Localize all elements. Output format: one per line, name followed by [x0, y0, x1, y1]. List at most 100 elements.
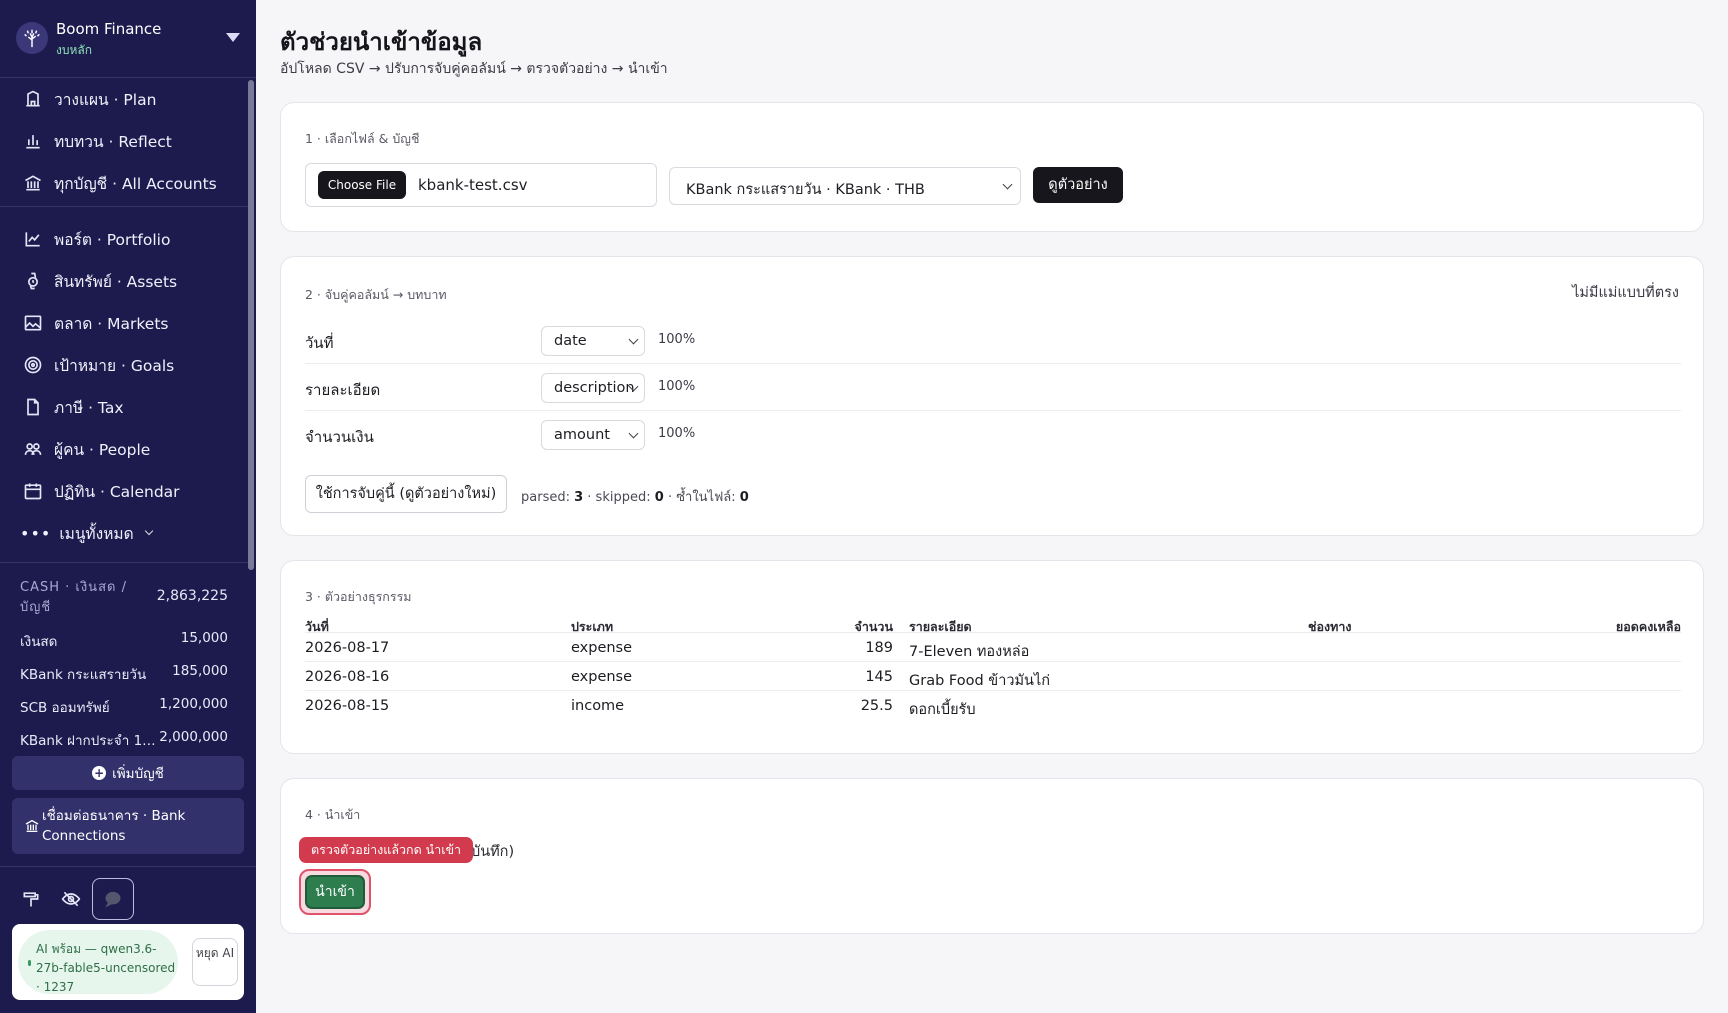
cell-description: Grab Food ข้าวมันไก่: [909, 673, 1051, 689]
nav-item-tax[interactable]: ภาษี · Tax: [0, 386, 248, 428]
add-account-button[interactable]: + เพิ่มบัญชี: [12, 756, 244, 790]
nav-item-goals[interactable]: เป้าหมาย · Goals: [0, 344, 248, 386]
mapping-row: จำนวนเงิน amount 100%: [305, 411, 1681, 458]
table-row: 2026-08-17 expense 189 7-Eleven ทองหล่อ: [305, 633, 1681, 662]
step-label: 4 · นำเข้า: [305, 807, 361, 822]
account-select-value: KBank กระแสรายวัน · KBank · THB: [686, 182, 925, 198]
mapping-confidence: 100%: [658, 426, 696, 441]
import-hint-tooltip: ตรวจตัวอย่างแล้วกด นำเข้า: [299, 837, 474, 863]
chevron-down-icon: [144, 526, 153, 536]
bank-connections-button[interactable]: เชื่อมต่อธนาคาร · Bank Connections: [12, 798, 244, 854]
cash-total: 2,863,225: [156, 588, 228, 604]
mapping-column-value: amount: [554, 427, 610, 443]
nav-item-plan[interactable]: วางแผน · Plan: [0, 78, 248, 120]
cell-type: expense: [571, 640, 633, 656]
mapping-confidence: 100%: [658, 332, 696, 347]
eye-off-icon: [61, 891, 81, 907]
chat-button[interactable]: [92, 878, 134, 920]
mapping-column-select[interactable]: description: [541, 373, 645, 403]
cell-type: expense: [571, 669, 633, 685]
account-row[interactable]: เงินสด 15,000: [20, 630, 228, 650]
people-icon: [22, 438, 44, 460]
page-title: ตัวช่วยนำเข้าข้อมูล: [280, 28, 483, 56]
nav-item-markets[interactable]: ตลาด · Markets: [0, 302, 248, 344]
account-select[interactable]: KBank กระแสรายวัน · KBank · THB: [669, 167, 1021, 205]
main-content: ตัวช่วยนำเข้าข้อมูล อัปโหลด CSV → ปรับกา…: [256, 0, 1728, 1013]
file-input[interactable]: Choose File kbank-test.csv: [305, 163, 657, 207]
import-note: บันทึก): [471, 844, 515, 860]
caret-down-icon[interactable]: [226, 33, 240, 42]
mapping-role: รายละเอียด: [305, 381, 381, 399]
mapping-confidence: 100%: [658, 379, 696, 394]
nav-item-label: วางแผน · Plan: [54, 90, 157, 109]
table-row: 2026-08-16 expense 145 Grab Food ข้าวมัน…: [305, 662, 1681, 691]
privacy-toggle-button[interactable]: [50, 878, 92, 920]
ai-status-text: AI พร้อม — qwen3.6-27b-fable5-uncensored…: [36, 942, 176, 994]
step-file-account: 1 · เลือกไฟล์ & บัญชี Choose File kbank-…: [280, 102, 1704, 232]
cell-amount: 145: [865, 669, 893, 685]
import-button[interactable]: นำเข้า: [305, 875, 365, 909]
stop-ai-button[interactable]: หยุด AI: [192, 938, 238, 986]
selected-file-name: kbank-test.csv: [418, 176, 528, 194]
preview-button[interactable]: ดูตัวอย่าง: [1033, 167, 1123, 203]
step-column-mapping: 2 · จับคู่คอลัมน์ → บทบาท ไม่มีแม่แบบที่…: [280, 256, 1704, 536]
bank-connections-label: เชื่อมต่อธนาคาร · Bank Connections: [42, 808, 186, 844]
account-row[interactable]: KBank ฝากประจำ 12 เดือน 2,000,000: [20, 729, 228, 749]
sidebar-scrollbar[interactable]: [248, 80, 254, 570]
cell-amount: 25.5: [860, 698, 893, 714]
workspace-name: งบหลัก: [56, 43, 93, 57]
mapping-column-select[interactable]: amount: [541, 420, 645, 450]
nav-item-label: ปฏิทิน · Calendar: [54, 482, 180, 501]
account-name: SCB ออมทรัพย์: [20, 700, 110, 716]
cell-description: 7-Eleven ทองหล่อ: [909, 644, 1030, 660]
chat-bubble-icon: [105, 891, 121, 908]
document-icon: [22, 396, 44, 418]
breadcrumb: อัปโหลด CSV → ปรับการจับคู่คอลัมน์ → ตรว…: [280, 61, 668, 77]
bank-icon: [25, 819, 39, 832]
skipped-label: · skipped:: [587, 490, 651, 505]
nav-item-label: ผู้คน · People: [54, 440, 151, 459]
step-transaction-preview: 3 · ตัวอย่างธุรกรรม วันที่ ประเภท จำนวน …: [280, 560, 1704, 754]
nav-item-label: ทบทวน · Reflect: [54, 132, 172, 151]
account-name: KBank ฝากประจำ 12 เดือน: [20, 733, 156, 749]
bar-chart-icon: [22, 130, 44, 152]
target-icon: [22, 354, 44, 376]
account-amount: 15,000: [180, 630, 228, 646]
nav-group-secondary: พอร์ต · Portfolio สินทรัพย์ · Assets ตลา…: [0, 218, 248, 554]
account-row[interactable]: SCB ออมทรัพย์ 1,200,000: [20, 696, 228, 716]
nav-item-reflect[interactable]: ทบทวน · Reflect: [0, 120, 248, 162]
theme-paint-button[interactable]: [10, 878, 52, 920]
cell-date: 2026-08-16: [305, 669, 390, 685]
mapping-row: วันที่ date 100%: [305, 317, 1681, 364]
nav-all-menu-toggle[interactable]: ••• เมนูทั้งหมด: [0, 512, 248, 554]
table-header: วันที่ ประเภท จำนวน รายละเอียด ช่องทาง ย…: [305, 617, 1681, 634]
watch-icon: [22, 270, 44, 292]
calendar-icon: [22, 480, 44, 502]
tree-logo-icon: [16, 22, 48, 54]
account-name: KBank กระแสรายวัน: [20, 667, 147, 683]
more-dots-icon: •••: [20, 523, 52, 543]
apply-mapping-button[interactable]: ใช้การจับคู่นี้ (ดูตัวอย่างใหม่): [305, 475, 507, 513]
duplicate-count: 0: [739, 490, 749, 505]
nav-item-portfolio[interactable]: พอร์ต · Portfolio: [0, 218, 248, 260]
add-account-label: เพิ่มบัญชี: [112, 766, 164, 782]
nav-item-label: ตลาด · Markets: [54, 314, 169, 333]
nav-item-people[interactable]: ผู้คน · People: [0, 428, 248, 470]
nav-divider: [0, 206, 248, 207]
mapping-column-select[interactable]: date: [541, 326, 645, 356]
account-row[interactable]: KBank กระแสรายวัน 185,000: [20, 663, 228, 683]
nav-item-assets[interactable]: สินทรัพย์ · Assets: [0, 260, 248, 302]
plan-icon: [22, 88, 44, 110]
choose-file-button[interactable]: Choose File: [318, 171, 406, 199]
paint-roller-icon: [23, 892, 39, 907]
nav-item-label: สินทรัพย์ · Assets: [54, 272, 178, 291]
nav-item-calendar[interactable]: ปฏิทิน · Calendar: [0, 470, 248, 512]
parsed-count: 3: [574, 490, 584, 505]
table-row: 2026-08-15 income 25.5 ดอกเบี้ยรับ: [305, 691, 1681, 720]
workspace-switcher[interactable]: Boom Finance งบหลัก: [0, 0, 256, 78]
tools-divider: [0, 866, 256, 867]
nav-item-all-accounts[interactable]: ทุกบัญชี · All Accounts: [0, 162, 248, 204]
line-chart-icon: [22, 228, 44, 250]
cell-amount: 189: [865, 640, 893, 656]
bank-icon: [22, 172, 44, 194]
